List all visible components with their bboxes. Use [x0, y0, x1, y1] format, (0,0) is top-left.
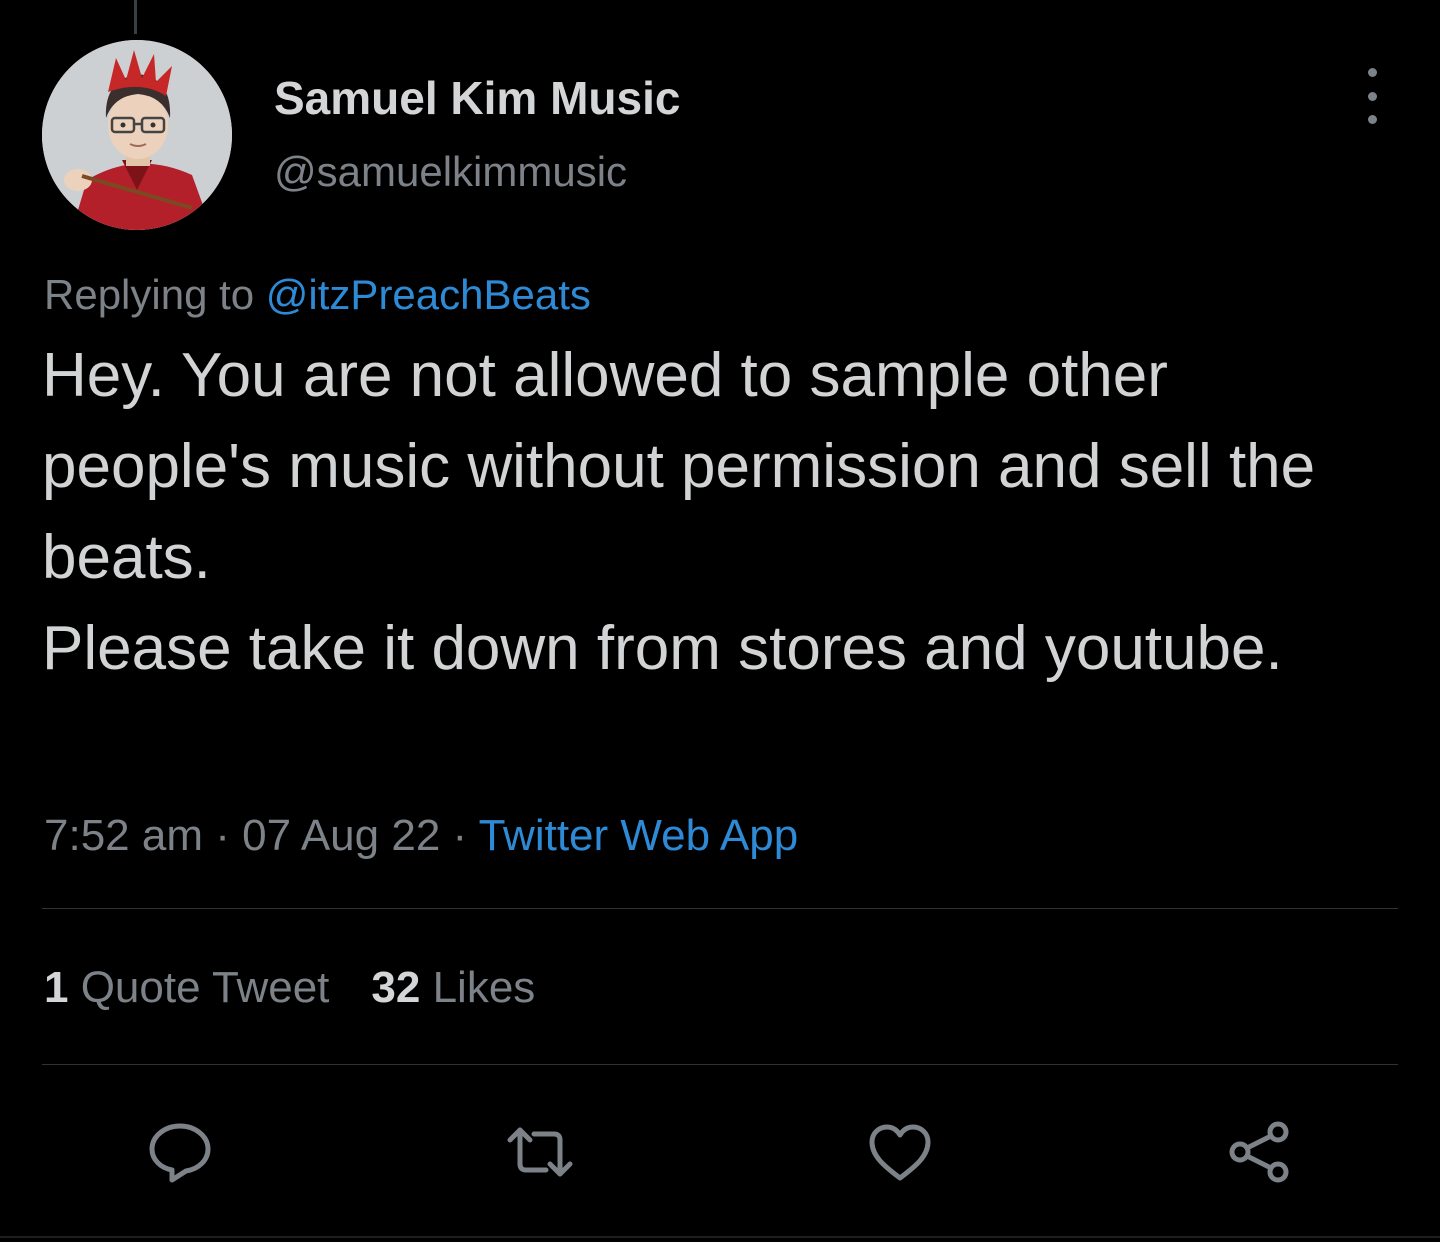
dot: [1367, 91, 1377, 101]
tweet-source-link[interactable]: Twitter Web App: [479, 811, 799, 860]
tweet-text: Hey. You are not allowed to sample other…: [42, 341, 1316, 683]
share-button[interactable]: [1226, 1118, 1294, 1186]
like-count: 32: [371, 963, 421, 1012]
like-label: Likes: [420, 963, 536, 1012]
reply-button[interactable]: [146, 1118, 214, 1186]
retweet-icon: [507, 1127, 573, 1177]
bottom-border: [0, 1236, 1440, 1238]
divider: [42, 908, 1398, 909]
avatar[interactable]: [42, 40, 232, 230]
author-display-name[interactable]: Samuel Kim Music: [274, 70, 680, 126]
reply-mention-link[interactable]: @itzPreachBeats: [266, 271, 591, 318]
dot: [1367, 115, 1377, 124]
replying-to-label: Replying to: [44, 271, 266, 318]
author-handle[interactable]: @samuelkimmusic: [274, 145, 627, 199]
dot: [1367, 68, 1377, 77]
speech-bubble-icon: [149, 1123, 211, 1183]
likes-stat[interactable]: 32 Likes: [371, 963, 535, 1012]
divider: [42, 1064, 1398, 1065]
heart-icon: [869, 1124, 931, 1181]
tweet-time[interactable]: 7:52 am: [44, 811, 203, 860]
tweet-stats: 1 Quote Tweet 32 Likes: [44, 960, 535, 1016]
quote-count: 1: [44, 963, 69, 1012]
replying-to-line: Replying to @itzPreachBeats: [44, 268, 591, 322]
avatar-illustration: [42, 40, 232, 230]
tweet-date[interactable]: 07 Aug 22: [242, 811, 440, 860]
thread-connector-line: [134, 0, 137, 34]
tweet-metadata: 7:52 am · 07 Aug 22 · Twitter Web App: [44, 808, 798, 864]
quote-tweets-stat[interactable]: 1 Quote Tweet: [44, 963, 329, 1012]
meta-separator: ·: [440, 811, 479, 860]
share-icon: [1229, 1121, 1289, 1183]
retweet-button[interactable]: [506, 1118, 574, 1186]
like-button[interactable]: [866, 1118, 934, 1186]
quote-label: Quote Tweet: [68, 963, 330, 1012]
more-options-icon[interactable]: [1352, 68, 1392, 124]
meta-separator: ·: [202, 811, 243, 860]
